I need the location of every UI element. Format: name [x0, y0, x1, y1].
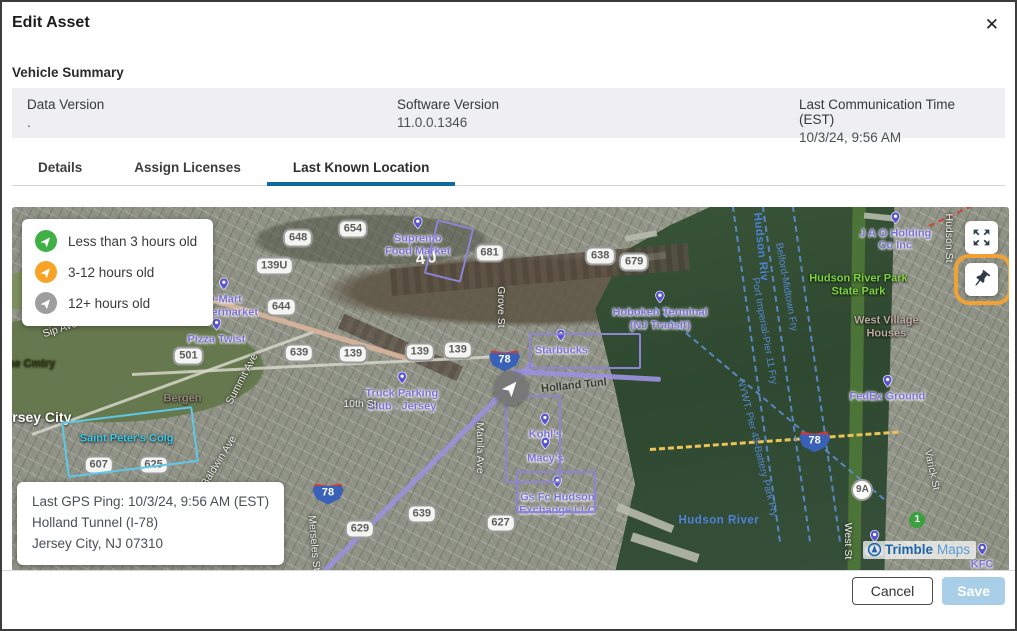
- edit-asset-dialog: Edit Asset ✕ Vehicle Summary Data Versio…: [0, 0, 1017, 631]
- dialog-title: Edit Asset: [12, 14, 90, 32]
- map-pin-icon: [551, 474, 564, 491]
- map-label-street: Varick St: [922, 448, 942, 491]
- map-label-shield: 139U: [255, 257, 293, 276]
- legend-row: 3-12 hours old: [35, 261, 197, 283]
- gps-ping-time: Last GPS Ping: 10/3/24, 9:56 AM (EST): [32, 492, 269, 513]
- map-label-shield: 654: [338, 219, 368, 238]
- tab-bar: Details Assign Licenses Last Known Locat…: [12, 152, 1005, 186]
- map-label-street: Hudson St: [943, 214, 955, 263]
- fullscreen-icon: [971, 227, 992, 248]
- trimble-logo-icon: [867, 542, 882, 557]
- tab-details[interactable]: Details: [12, 152, 108, 185]
- map-label-shield: 648: [283, 229, 313, 248]
- vehicle-summary-heading: Vehicle Summary: [12, 65, 1005, 80]
- dialog-footer: Cancel Save: [2, 570, 1015, 629]
- map-label-poi: Gs Fc HudsonExchange LLC: [519, 474, 595, 517]
- legend-label: 12+ hours old: [68, 296, 150, 311]
- tab-last-known-location[interactable]: Last Known Location: [267, 152, 456, 185]
- map-label-i78: 78: [313, 480, 344, 505]
- map-canvas[interactable]: 648654681638679139U644639139139139501607…: [12, 207, 1009, 572]
- map-label-street: 10th St: [343, 398, 376, 410]
- vehicle-location-marker[interactable]: [494, 371, 528, 405]
- road: [31, 331, 313, 436]
- map-label-subway: 1: [909, 512, 925, 528]
- map-label-shield: 607: [84, 456, 114, 475]
- attribution-product: Maps: [937, 542, 970, 557]
- map-label-street: Merseles St: [306, 515, 323, 571]
- map-label-poi: Kohl's: [529, 411, 562, 442]
- map-controls: [965, 221, 998, 296]
- map-label-poi: Macy's: [527, 434, 563, 465]
- legend-label: 3-12 hours old: [68, 265, 154, 280]
- map-label-poi: Starbucks: [535, 327, 588, 358]
- map-pin-icon: [218, 276, 231, 293]
- close-icon[interactable]: ✕: [981, 14, 1003, 35]
- last-gps-ping-overlay: Last GPS Ping: 10/3/24, 9:56 AM (EST) Ho…: [17, 482, 284, 565]
- map-label-area: Bergen: [164, 392, 202, 405]
- field-label: Data Version: [27, 97, 397, 112]
- pushpin-icon: [967, 265, 996, 294]
- map-label-poi: SupremoFood Market: [385, 215, 450, 258]
- map-label-area: Saint Peter's Colg: [80, 432, 174, 445]
- summary-field-data-version: Data Version .: [27, 97, 397, 127]
- field-label: Last Communication Time (EST): [799, 97, 990, 127]
- map-attribution[interactable]: Trimble Maps: [863, 541, 976, 559]
- map-label-street: Grove St: [494, 286, 506, 327]
- map-pin-icon: [395, 370, 408, 387]
- field-value: 11.0.0.1346: [397, 115, 799, 130]
- map-label-street: Baldwin Ave: [199, 433, 239, 488]
- summary-field-software-version: Software Version 11.0.0.1346: [397, 97, 799, 127]
- map-label-shield: 639: [284, 344, 314, 363]
- map-label-streetDark: Holland Tunl: [541, 376, 608, 395]
- map-pin-icon: [976, 540, 989, 557]
- map-label-shield: 627: [485, 514, 515, 533]
- legend-row: 12+ hours old: [35, 292, 197, 314]
- map-label-poi: Truck ParkingClub - Jersey: [365, 370, 438, 413]
- map-label-shield: 639: [407, 504, 437, 523]
- gps-ping-location: Holland Tunnel (I-78): [32, 513, 269, 534]
- map-pin-icon: [411, 215, 424, 232]
- cancel-button[interactable]: Cancel: [852, 577, 934, 605]
- gps-ping-city: Jersey City, NJ 07310: [32, 534, 269, 555]
- dialog-header: Edit Asset ✕: [2, 2, 1015, 35]
- summary-field-last-communication: Last Communication Time (EST) 10/3/24, 9…: [799, 97, 990, 127]
- legend-status-icon: [35, 292, 57, 314]
- map-pin-icon: [539, 411, 552, 428]
- attribution-brand: Trimble: [885, 542, 933, 557]
- age-legend: Less than 3 hours old 3-12 hours old 12+…: [22, 219, 213, 326]
- map-label-shield: 625: [138, 456, 168, 475]
- vehicle-summary-band: Data Version . Software Version 11.0.0.1…: [12, 88, 1005, 138]
- save-button[interactable]: Save: [942, 577, 1005, 605]
- map-label-shield: 501: [173, 346, 203, 365]
- map-label-i78: 78: [489, 346, 520, 371]
- map-pin-icon: [539, 434, 552, 451]
- map-label-outline: [516, 471, 596, 513]
- fullscreen-button[interactable]: [965, 221, 998, 254]
- legend-label: Less than 3 hours old: [68, 234, 197, 249]
- center-on-asset-button[interactable]: [965, 263, 998, 296]
- tab-assign-licenses[interactable]: Assign Licenses: [108, 152, 267, 185]
- map-label-shield: 644: [266, 298, 296, 317]
- rail-yard: [338, 314, 463, 382]
- legend-status-icon: [35, 230, 57, 252]
- legend-row: Less than 3 hours old: [35, 230, 197, 252]
- map-pin-icon: [555, 327, 568, 344]
- map-label-area: me Cmtry: [12, 358, 55, 371]
- legend-status-icon: [35, 261, 57, 283]
- field-label: Software Version: [397, 97, 799, 112]
- field-value: .: [27, 115, 397, 130]
- map-label-street: Manila Ave: [474, 422, 486, 473]
- map-label-outline: [505, 395, 561, 483]
- field-value: 10/3/24, 9:56 AM: [799, 130, 990, 145]
